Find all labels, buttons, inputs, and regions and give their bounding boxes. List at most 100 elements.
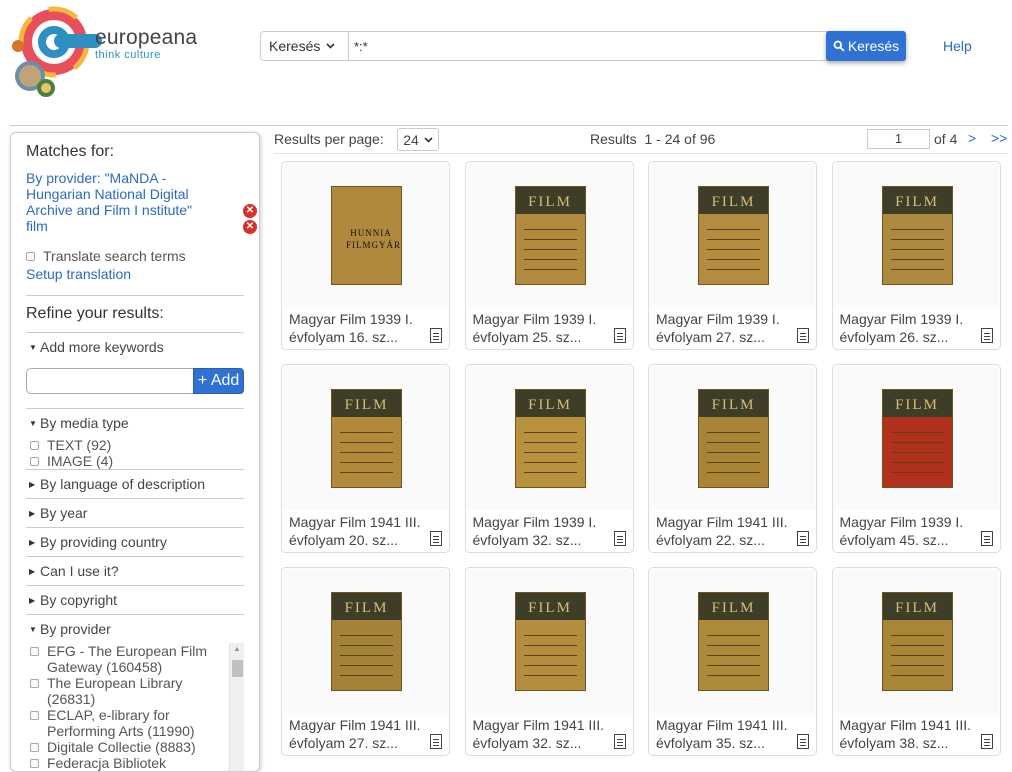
result-title[interactable]: Magyar Film 1941 III. évfolyam 27. sz... — [289, 716, 429, 752]
facet-provider[interactable]: ▼ By provider — [26, 615, 244, 643]
add-keyword-button[interactable]: + Add — [193, 368, 244, 394]
translate-option[interactable]: Translate search terms — [26, 248, 244, 264]
translate-checkbox[interactable] — [26, 251, 35, 261]
facet-option[interactable]: TEXT (92) — [26, 437, 244, 453]
thumbnail-area[interactable]: FILM — [833, 569, 999, 713]
result-title[interactable]: Magyar Film 1939 I. évfolyam 45. sz... — [840, 513, 980, 549]
result-title[interactable]: Magyar Film 1941 III. évfolyam 35. sz... — [656, 716, 796, 752]
cover-thumbnail[interactable]: FILM — [514, 592, 586, 691]
thumbnail-area[interactable]: FILM — [466, 366, 632, 510]
option-checkbox[interactable] — [30, 647, 39, 656]
thumbnail-area[interactable]: FILM — [650, 569, 815, 713]
cover-thumbnail[interactable]: FILM — [698, 592, 769, 691]
remove-filter-icon[interactable]: ✕ — [243, 220, 257, 234]
facet-country[interactable]: ▶ By providing country — [26, 528, 244, 556]
cover-thumbnail[interactable]: FILM — [881, 592, 953, 691]
chevron-down-icon — [326, 43, 335, 49]
result-title-line: évfolyam 27. sz... — [656, 329, 765, 345]
facet-option[interactable]: EFG - The European Film Gateway (160458) — [26, 643, 224, 675]
refine-title: Refine your results: — [26, 305, 164, 322]
scrollbar-thumb[interactable] — [232, 660, 243, 677]
option-checkbox[interactable] — [30, 456, 39, 466]
provider-scrollbar[interactable]: ▲ — [229, 643, 244, 771]
facet-option[interactable]: Digitale Collectie (8883) — [26, 739, 224, 755]
option-checkbox[interactable] — [30, 743, 39, 752]
result-card[interactable]: FILM Magyar Film 1939 I. évfolyam 25. sz..… — [464, 161, 634, 350]
result-title[interactable]: Magyar Film 1939 I. évfolyam 16. sz... — [289, 310, 429, 346]
provider-list[interactable]: EFG - The European Film Gateway (160458)… — [26, 643, 244, 771]
result-card[interactable]: FILM Magyar Film 1941 III. évfolyam 35. sz… — [648, 567, 817, 756]
setup-translation-link[interactable]: Setup translation — [26, 266, 131, 282]
search-bar: Keresés Keresés — [260, 31, 906, 61]
facet-language[interactable]: ▶ By language of description — [26, 470, 244, 498]
search-button[interactable]: Keresés — [826, 31, 906, 61]
option-label: Digitale Collectie (8883) — [47, 739, 196, 755]
facet-add-keywords[interactable]: ▼ Add more keywords — [26, 333, 244, 361]
facet-option[interactable]: Federacja Bibliotek — [26, 755, 224, 771]
translate-label: Translate search terms — [43, 248, 186, 264]
facet-copyright[interactable]: ▶ By copyright — [26, 586, 244, 614]
thumbnail-area[interactable]: FILM — [833, 366, 999, 510]
cover-masthead: FILM — [699, 390, 768, 417]
result-title[interactable]: Magyar Film 1941 III. évfolyam 32. sz... — [473, 716, 613, 752]
cover-thumbnail[interactable]: FILM — [698, 186, 769, 285]
thumbnail-area[interactable]: FILM — [283, 569, 448, 713]
option-checkbox[interactable] — [30, 679, 39, 688]
result-title[interactable]: Magyar Film 1939 I. évfolyam 26. sz... — [840, 310, 980, 346]
help-link[interactable]: Help — [943, 38, 972, 54]
result-card[interactable]: FILM Magyar Film 1941 III. évfolyam 22. sz… — [648, 364, 817, 553]
cover-thumbnail[interactable]: FILM — [514, 186, 586, 285]
option-checkbox[interactable] — [30, 440, 39, 450]
result-card[interactable]: FILM Magyar Film 1939 I. évfolyam 26. sz..… — [831, 161, 1001, 350]
result-title[interactable]: Magyar Film 1939 I. évfolyam 25. sz... — [473, 310, 613, 346]
facet-media-type[interactable]: ▼ By media type — [26, 409, 244, 437]
results-per-page-select[interactable]: 24 — [397, 128, 439, 151]
result-title[interactable]: Magyar Film 1939 I. évfolyam 27. sz... — [656, 310, 796, 346]
page-input[interactable]: 1 — [867, 129, 930, 149]
scroll-up-icon[interactable]: ▲ — [230, 643, 244, 657]
result-card[interactable]: FILM Magyar Film 1939 I. évfolyam 27. sz..… — [648, 161, 817, 350]
facet-option[interactable]: The European Library (26831) — [26, 675, 224, 707]
thumbnail-area[interactable]: FILM — [283, 366, 448, 510]
search-type-select[interactable]: Keresés — [261, 32, 349, 60]
result-card[interactable]: FILM Magyar Film 1941 III. évfolyam 32. sz… — [464, 567, 634, 756]
cover-thumbnail[interactable]: FILM — [331, 389, 402, 488]
result-card[interactable]: FILM Magyar Film 1941 III. évfolyam 27. sz… — [281, 567, 450, 756]
result-title[interactable]: Magyar Film 1941 III. évfolyam 20. sz... — [289, 513, 429, 549]
facet-rights[interactable]: ▶ Can I use it? — [26, 557, 244, 585]
result-title[interactable]: Magyar Film 1941 III. évfolyam 38. sz... — [840, 716, 980, 752]
result-title[interactable]: Magyar Film 1941 III. évfolyam 22. sz... — [656, 513, 796, 549]
cover-content — [707, 229, 760, 230]
result-title[interactable]: Magyar Film 1939 I. évfolyam 32. sz... — [473, 513, 613, 549]
cover-thumbnail[interactable]: FILM — [881, 389, 953, 488]
option-checkbox[interactable] — [30, 711, 39, 720]
next-page-link[interactable]: > — [968, 130, 976, 146]
result-card[interactable]: FILM Magyar Film 1941 III. évfolyam 20. sz… — [281, 364, 450, 553]
thumbnail-area[interactable]: FILM — [650, 366, 815, 510]
cover-thumbnail[interactable]: FILM — [514, 389, 586, 488]
result-card[interactable]: FILM Magyar Film 1939 I. évfolyam 45. sz..… — [831, 364, 1001, 553]
match-filter-keyword[interactable]: film ✕ — [26, 218, 257, 234]
option-label: TEXT (92) — [47, 437, 112, 453]
match-filter-provider[interactable]: By provider: "MaNDA - Hungarian National… — [26, 170, 257, 218]
facet-option[interactable]: ECLAP, e-library for Performing Arts (11… — [26, 707, 224, 739]
facet-year[interactable]: ▶ By year — [26, 499, 244, 527]
result-card[interactable]: FILM Magyar Film 1939 I. évfolyam 32. sz..… — [464, 364, 634, 553]
cover-thumbnail[interactable]: FILM — [331, 592, 402, 691]
thumbnail-area[interactable]: FILM — [466, 163, 632, 307]
remove-filter-icon[interactable]: ✕ — [243, 204, 257, 218]
cover-thumbnail[interactable]: HUNNIA FILMGYÁR — [331, 186, 402, 285]
facet-option[interactable]: IMAGE (4) — [26, 453, 244, 469]
cover-thumbnail[interactable]: FILM — [881, 186, 953, 285]
result-card[interactable]: FILM Magyar Film 1941 III. évfolyam 38. sz… — [831, 567, 1001, 756]
thumbnail-area[interactable]: FILM — [833, 163, 999, 307]
last-page-link[interactable]: >> — [991, 130, 1007, 146]
result-card[interactable]: HUNNIA FILMGYÁR Magyar Film 1939 I. évfoly… — [281, 161, 450, 350]
keyword-input[interactable] — [26, 368, 194, 394]
search-input[interactable] — [349, 32, 827, 60]
cover-thumbnail[interactable]: FILM — [698, 389, 769, 488]
thumbnail-area[interactable]: FILM — [466, 569, 632, 713]
thumbnail-area[interactable]: HUNNIA FILMGYÁR — [283, 163, 448, 307]
collapsed-arrow-icon: ▶ — [29, 537, 36, 547]
thumbnail-area[interactable]: FILM — [650, 163, 815, 307]
